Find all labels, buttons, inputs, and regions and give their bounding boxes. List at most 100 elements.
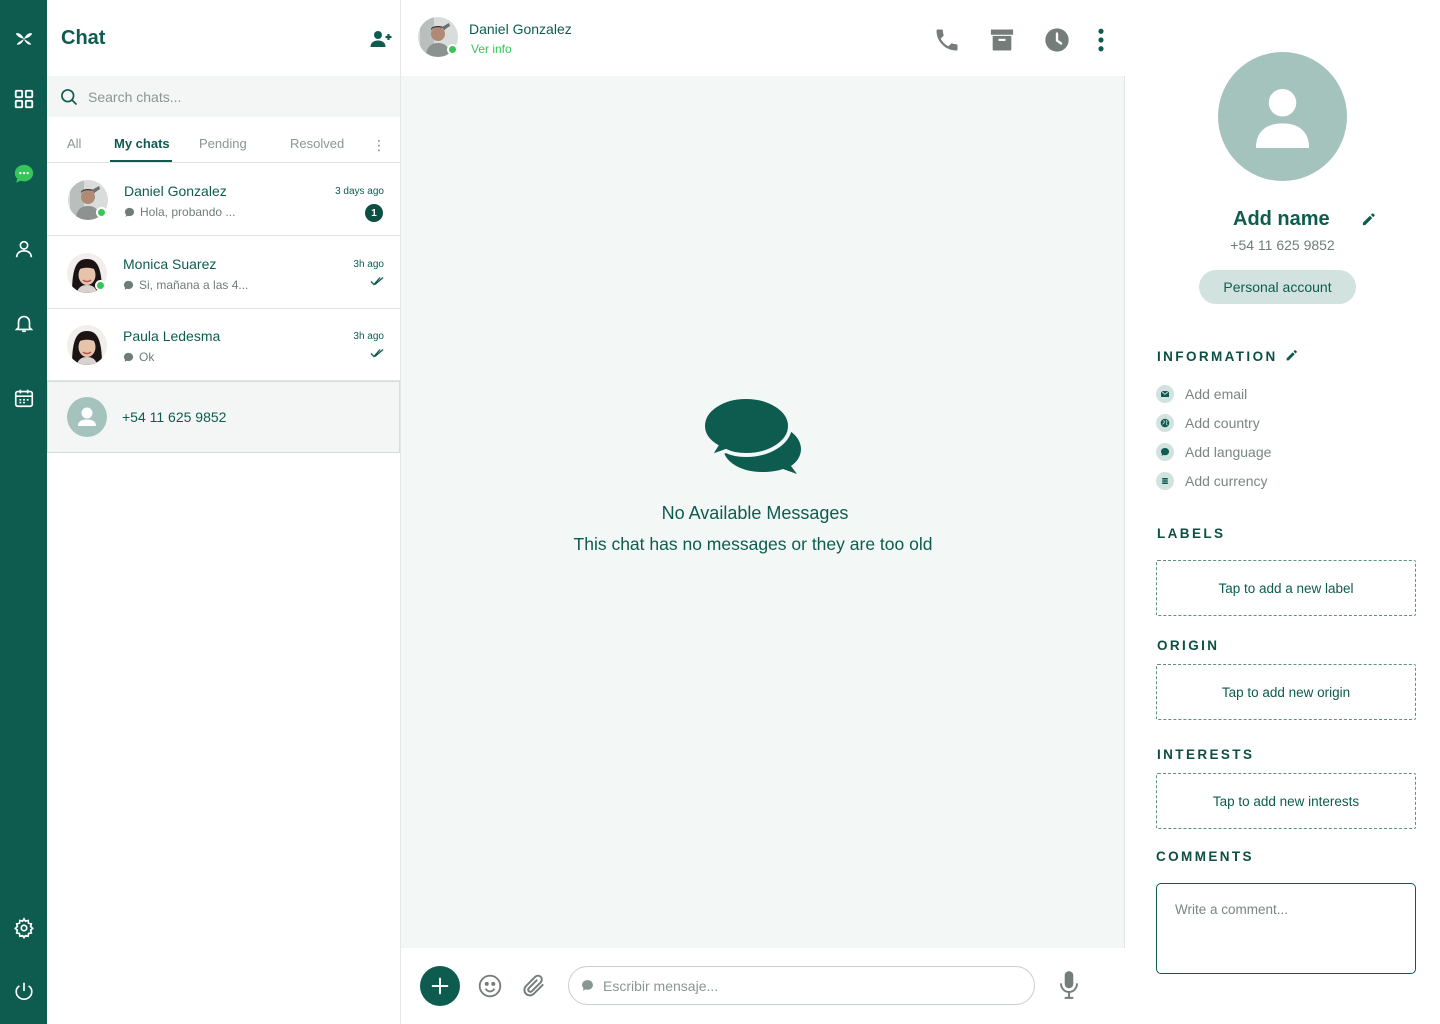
profile-avatar[interactable] (1218, 52, 1347, 181)
tab-all[interactable]: All (67, 136, 81, 151)
chat-name: +54 11 625 9852 (122, 409, 227, 425)
chat-preview-text: Ok (139, 350, 155, 364)
avatar-placeholder (67, 397, 107, 437)
conversation-header: Daniel Gonzalez Ver info (401, 0, 1125, 76)
message-icon (123, 352, 134, 362)
chat-tabs: All My chats Pending Resolved ⋮ (47, 117, 400, 163)
active-tab-indicator (110, 160, 172, 162)
archive-icon[interactable] (988, 26, 1016, 54)
info-language[interactable]: Add language (1156, 443, 1271, 461)
empty-state-subtitle: This chat has no messages or they are to… (573, 534, 933, 554)
add-contact-icon[interactable] (369, 27, 393, 51)
add-origin-button[interactable]: Tap to add new origin (1156, 664, 1416, 720)
chat-name: Paula Ledesma (123, 328, 221, 344)
profile-phone: +54 11 625 9852 (1230, 237, 1335, 253)
chat-item-daniel-gonzalez[interactable]: Daniel Gonzalez Hola, probando ... 3 day… (47, 164, 400, 236)
message-field (568, 966, 1035, 1005)
conversation-panel: Daniel Gonzalez Ver info No Available Me… (401, 0, 1125, 1024)
section-title-information: INFORMATION (1157, 349, 1278, 364)
online-indicator (96, 207, 107, 218)
section-title-interests: INTERESTS (1157, 747, 1255, 762)
message-input[interactable] (603, 977, 1003, 994)
paperclip-icon[interactable] (521, 973, 547, 999)
info-language-label: Add language (1185, 444, 1272, 460)
chat-item-paula-ledesma[interactable]: Paula Ledesma Ok 3h ago (47, 309, 400, 381)
tab-pending[interactable]: Pending (199, 136, 247, 151)
double-check-icon (370, 277, 384, 286)
empty-state-title: No Available Messages (661, 503, 849, 523)
add-attachment-button[interactable] (420, 966, 460, 1006)
chat-preview: Hola, probando ... (124, 205, 235, 219)
section-title-origin: ORIGIN (1157, 638, 1220, 653)
calendar-icon[interactable] (0, 378, 47, 418)
add-interests-button[interactable]: Tap to add new interests (1156, 773, 1416, 829)
search-input[interactable] (88, 88, 368, 105)
coins-icon (1156, 472, 1174, 490)
info-email-label: Add email (1185, 386, 1248, 402)
info-email[interactable]: Add email (1156, 385, 1247, 403)
chat-preview-text: Hola, probando ... (140, 205, 236, 219)
page-title: Chat (61, 27, 106, 49)
account-type-badge[interactable]: Personal account (1199, 270, 1356, 304)
logo-icon[interactable] (0, 19, 47, 59)
chat-list-panel: Chat All My chats Pending Resolved ⋮ Dan… (47, 0, 401, 1024)
unread-badge: 1 (365, 204, 383, 222)
left-rail (0, 0, 47, 1024)
add-label-button[interactable]: Tap to add a new label (1156, 560, 1416, 616)
plus-icon (431, 977, 449, 995)
section-title-labels: LABELS (1157, 526, 1226, 541)
message-icon (582, 980, 593, 991)
globe-icon (1156, 414, 1174, 432)
phone-icon[interactable] (933, 26, 961, 54)
chat-time: 3h ago (353, 331, 384, 342)
info-country[interactable]: Add country (1156, 414, 1260, 432)
settings-icon[interactable] (0, 908, 47, 948)
double-check-icon (370, 349, 384, 358)
search-icon (61, 88, 78, 105)
tab-resolved[interactable]: Resolved (290, 136, 344, 151)
chat-time: 3h ago (353, 259, 384, 270)
info-currency-label: Add currency (1185, 473, 1268, 489)
tab-my-chats[interactable]: My chats (114, 136, 170, 151)
chat-preview: Ok (123, 350, 154, 364)
view-info-link[interactable]: Ver info (471, 42, 512, 56)
chat-time: 3 days ago (335, 186, 384, 197)
more-vertical-icon[interactable] (1087, 26, 1115, 54)
chat-icon[interactable] (0, 154, 47, 194)
speech-bubble-icon (1156, 443, 1174, 461)
info-country-label: Add country (1185, 415, 1260, 431)
message-icon (124, 207, 135, 217)
avatar (67, 325, 107, 365)
online-indicator (95, 280, 106, 291)
chat-item-unknown-number[interactable]: +54 11 625 9852 (47, 381, 400, 453)
info-currency[interactable]: Add currency (1156, 472, 1267, 490)
online-indicator (447, 44, 458, 55)
chat-preview: Si, mañana a las 4... (123, 278, 248, 292)
bell-icon[interactable] (0, 303, 47, 343)
contacts-icon[interactable] (0, 229, 47, 269)
section-title-comments: COMMENTS (1156, 849, 1254, 864)
contact-profile-panel: Add name +54 11 625 9852 Personal accoun… (1125, 0, 1440, 1024)
email-icon (1156, 385, 1174, 403)
chat-item-monica-suarez[interactable]: Monica Suarez Si, mañana a las 4... 3h a… (47, 237, 400, 309)
pencil-icon[interactable] (1361, 212, 1376, 227)
emoji-icon[interactable] (477, 973, 503, 999)
user-icon (1255, 88, 1310, 148)
pencil-icon[interactable] (1285, 349, 1298, 362)
microphone-icon[interactable] (1056, 970, 1082, 1000)
message-icon (123, 280, 134, 290)
chat-list-header: Chat (47, 0, 401, 76)
power-icon[interactable] (0, 971, 47, 1011)
chat-bubbles-icon (702, 395, 801, 474)
search-bar (47, 76, 400, 117)
chat-name: Daniel Gonzalez (124, 183, 227, 199)
chat-name: Monica Suarez (123, 256, 217, 272)
profile-name[interactable]: Add name (1233, 208, 1330, 231)
contact-name: Daniel Gonzalez (469, 21, 572, 37)
more-vertical-icon[interactable]: ⋮ (372, 137, 386, 154)
clock-icon[interactable] (1043, 26, 1071, 54)
grid-icon[interactable] (0, 79, 47, 119)
comment-input[interactable] (1156, 883, 1416, 974)
message-composer (401, 948, 1125, 1024)
chat-preview-text: Si, mañana a las 4... (139, 278, 249, 292)
